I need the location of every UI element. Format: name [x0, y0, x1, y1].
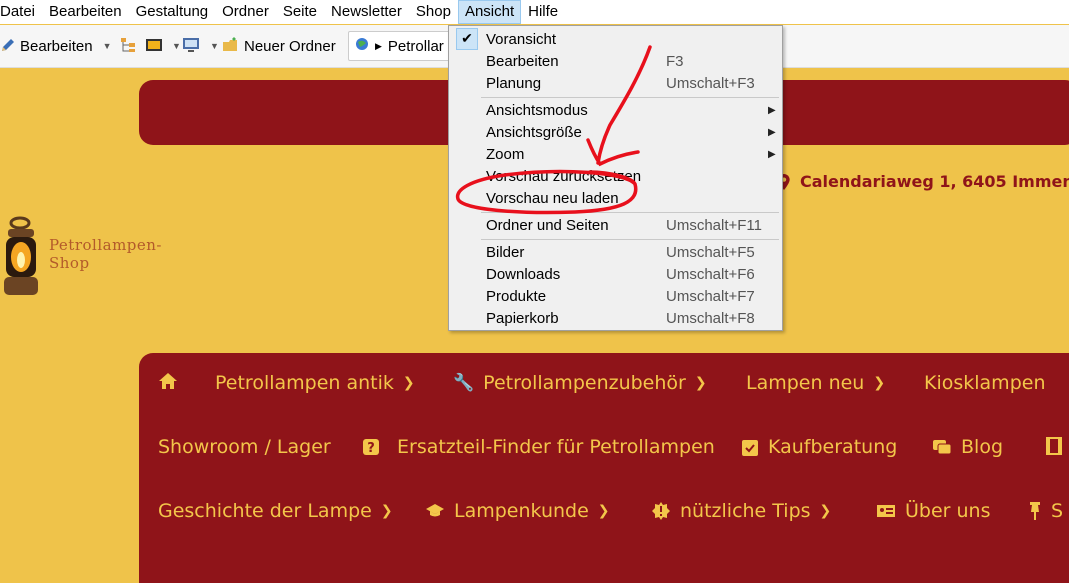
nav-ersatzteil-finder[interactable]: ? Ersatzteil-Finder für Petrollampen — [362, 436, 715, 458]
edit-button-label: Bearbeiten — [20, 37, 93, 55]
chevron-right-icon: ▶ — [375, 40, 382, 51]
chevron-down-icon: ❯ — [597, 503, 610, 519]
chevron-down-icon: ❯ — [819, 503, 832, 519]
question-icon: ? — [363, 439, 379, 456]
address-text: Calendariaweg 1, 6405 Immen — [800, 172, 1069, 191]
menu-item-ansichtsgroesse[interactable]: Ansichtsgröße ▶ — [449, 122, 782, 144]
chat-icon — [933, 440, 952, 455]
menu-item-bilder[interactable]: Bilder Umschalt+F5 — [449, 242, 782, 264]
menu-ansicht[interactable]: Ansicht — [457, 0, 522, 24]
pin-icon — [1030, 502, 1040, 520]
nav-geschichte[interactable]: Geschichte der Lampe ❯ — [158, 500, 393, 522]
menu-ordner[interactable]: Ordner — [215, 0, 276, 24]
nav-ueber-uns[interactable]: Über uns — [876, 500, 991, 522]
menu-gestaltung[interactable]: Gestaltung — [129, 0, 216, 24]
nav-lampenkunde[interactable]: Lampenkunde ❯ — [425, 500, 610, 522]
menu-item-papierkorb[interactable]: Papierkorb Umschalt+F8 — [449, 308, 782, 330]
menu-item-ansichtsmodus[interactable]: Ansichtsmodus ▶ — [449, 100, 782, 122]
home-icon — [159, 373, 177, 389]
address-text: Petrollar — [387, 37, 444, 55]
menu-separator — [481, 239, 779, 240]
menu-newsletter[interactable]: Newsletter — [324, 0, 409, 24]
new-folder-button[interactable]: Neuer Ordner — [222, 35, 336, 57]
tree-icon — [120, 37, 136, 56]
structure-button[interactable] — [120, 35, 136, 57]
clipboard-check-icon — [742, 440, 758, 456]
menu-item-ordner-und-seiten[interactable]: Ordner und Seiten Umschalt+F11 — [449, 215, 782, 237]
wrench-icon: 🔧 — [453, 373, 475, 393]
id-card-icon — [877, 505, 895, 517]
nav-film[interactable] — [1045, 436, 1063, 456]
menu-item-produkte[interactable]: Produkte Umschalt+F7 — [449, 286, 782, 308]
svg-text:?: ? — [367, 441, 375, 456]
nav-more[interactable]: S — [1028, 500, 1063, 522]
nav-kiosklampen[interactable]: Kiosklampen — [924, 372, 1046, 394]
pencil-icon — [0, 37, 16, 56]
submenu-arrow-icon: ▶ — [768, 105, 776, 116]
nav-kaufberatung[interactable]: Kaufberatung — [741, 436, 897, 458]
preview-button[interactable]: ▼ — [182, 35, 219, 57]
menu-item-vorschau-zuruecksetzen[interactable]: Vorschau zurücksetzen — [449, 166, 782, 188]
monitor-icon — [182, 37, 200, 56]
menu-shop[interactable]: Shop — [409, 0, 458, 24]
menu-seite[interactable]: Seite — [276, 0, 324, 24]
nav-tips[interactable]: nützliche Tips ❯ — [651, 500, 831, 522]
globe-icon — [355, 37, 369, 55]
graduation-cap-icon — [426, 504, 444, 517]
chevron-down-icon[interactable]: ▼ — [103, 41, 112, 51]
nav-zubehoer[interactable]: 🔧 Petrollampenzubehör ❯ — [453, 372, 707, 394]
menu-item-bearbeiten[interactable]: Bearbeiten F3 — [449, 51, 782, 73]
image-icon — [146, 38, 162, 55]
menu-separator — [481, 212, 779, 213]
submenu-arrow-icon: ▶ — [768, 149, 776, 160]
menu-item-planung[interactable]: Planung Umschalt+F3 — [449, 73, 782, 95]
menu-item-voransicht[interactable]: ✔ Voransicht — [449, 28, 782, 51]
nav-showroom[interactable]: Showroom / Lager — [158, 436, 331, 458]
shop-address: Calendariaweg 1, 6405 Immen — [778, 172, 1069, 191]
logo-wordmark: Petrollampen- Shop — [49, 236, 162, 272]
menu-bar: Datei Bearbeiten Gestaltung Ordner Seite… — [0, 0, 1069, 24]
tip-icon — [652, 502, 670, 520]
film-icon — [1046, 437, 1062, 455]
submenu-arrow-icon: ▶ — [768, 127, 776, 138]
nav-petrollampen-antik[interactable]: Petrollampen antik ❯ — [215, 372, 415, 394]
menu-hilfe[interactable]: Hilfe — [521, 0, 565, 24]
ansicht-dropdown-menu: ✔ Voransicht Bearbeiten F3 Planung Umsch… — [448, 25, 783, 331]
chevron-down-icon: ❯ — [402, 375, 415, 391]
menu-item-downloads[interactable]: Downloads Umschalt+F6 — [449, 264, 782, 286]
new-folder-label: Neuer Ordner — [244, 37, 336, 55]
chevron-down-icon: ❯ — [694, 375, 707, 391]
edit-button[interactable]: Bearbeiten ▼ — [0, 35, 111, 57]
chevron-down-icon: ❯ — [873, 375, 886, 391]
menu-datei[interactable]: Datei — [0, 0, 42, 24]
nav-home[interactable] — [158, 372, 178, 390]
lantern-icon — [4, 216, 38, 295]
chevron-down-icon: ❯ — [380, 503, 393, 519]
menu-item-zoom[interactable]: Zoom ▶ — [449, 144, 782, 166]
menu-item-vorschau-neu-laden[interactable]: Vorschau neu laden — [449, 188, 782, 210]
nav-lampen-neu[interactable]: Lampen neu ❯ — [746, 372, 885, 394]
image-button[interactable]: ▼ — [146, 35, 181, 57]
menu-bearbeiten[interactable]: Bearbeiten — [42, 0, 129, 24]
chevron-down-icon[interactable]: ▼ — [210, 41, 219, 51]
menu-separator — [481, 97, 779, 98]
nav-blog[interactable]: Blog — [932, 436, 1003, 458]
checkmark-icon: ✔ — [456, 28, 478, 50]
chevron-down-icon[interactable]: ▼ — [172, 41, 181, 51]
new-folder-icon — [222, 36, 240, 56]
